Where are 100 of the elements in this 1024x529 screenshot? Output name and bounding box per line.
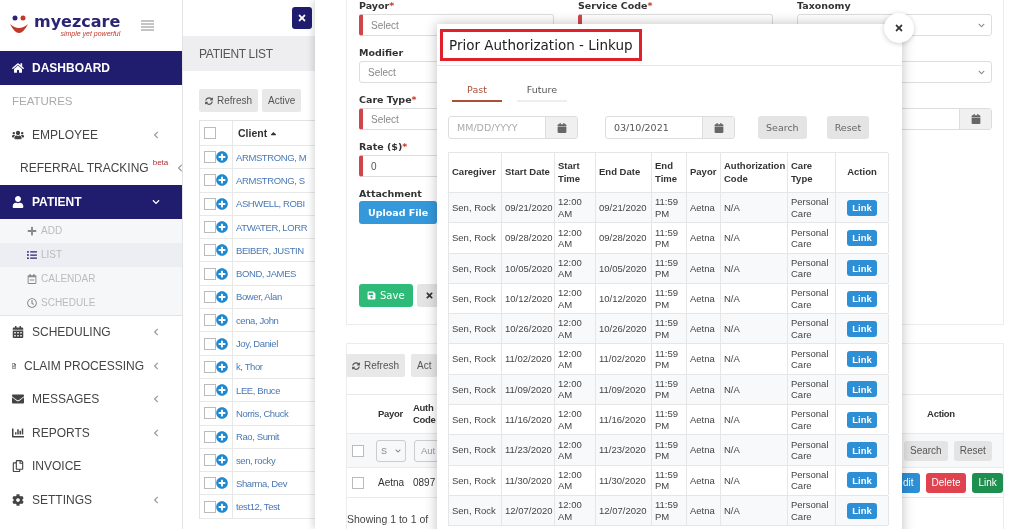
client-link[interactable]: BEIBER, JUSTIN bbox=[233, 244, 304, 256]
checkbox[interactable] bbox=[204, 221, 216, 234]
menu-icon[interactable] bbox=[141, 20, 154, 31]
reset-button[interactable]: Reset bbox=[826, 116, 870, 139]
link-button[interactable]: Link bbox=[847, 229, 877, 246]
client-link[interactable]: ASHWELL, ROBI bbox=[233, 198, 305, 210]
link-button[interactable]: Link bbox=[847, 442, 877, 458]
client-link[interactable]: cena, John bbox=[233, 314, 279, 326]
checkbox[interactable] bbox=[352, 476, 364, 489]
filter-button[interactable]: Act bbox=[411, 354, 438, 377]
nav-item[interactable]: PATIENT bbox=[0, 185, 182, 219]
checkbox[interactable] bbox=[204, 360, 216, 373]
table-cell-text: Personal Care bbox=[791, 226, 830, 250]
date-field[interactable]: 03/10/2021 bbox=[605, 116, 735, 139]
table-cell: Aetna bbox=[690, 292, 715, 305]
refresh-button[interactable]: Refresh bbox=[346, 354, 405, 377]
expand-icon[interactable] bbox=[216, 221, 228, 234]
chevron-left-icon bbox=[152, 495, 160, 504]
expand-icon[interactable] bbox=[216, 197, 228, 210]
column-header: Payor bbox=[690, 166, 717, 179]
expand-icon[interactable] bbox=[216, 360, 228, 373]
checkbox[interactable] bbox=[204, 197, 216, 210]
link-button[interactable]: Link bbox=[847, 290, 877, 307]
link-button[interactable]: Link bbox=[847, 199, 877, 216]
table-cell: Sen, Rock bbox=[452, 201, 496, 214]
expand-icon[interactable] bbox=[216, 407, 228, 420]
delete-button[interactable]: Delete bbox=[925, 472, 967, 493]
client-link[interactable]: BOND, JAMES bbox=[233, 268, 296, 280]
refresh-icon bbox=[352, 361, 360, 370]
expand-icon[interactable] bbox=[216, 314, 228, 327]
table-cell-text: 11:59 PM bbox=[655, 438, 680, 462]
refresh-button[interactable]: Refresh bbox=[199, 89, 258, 112]
client-link[interactable]: ARMSTRONG, M bbox=[233, 151, 307, 163]
checkbox[interactable] bbox=[352, 444, 364, 457]
client-link[interactable]: sen, rocky bbox=[233, 454, 276, 466]
search-button[interactable]: Search bbox=[904, 440, 948, 461]
plus-icon bbox=[27, 225, 37, 236]
expand-icon[interactable] bbox=[216, 174, 228, 187]
checkbox[interactable] bbox=[204, 174, 216, 187]
checkbox[interactable] bbox=[204, 267, 216, 280]
select-field[interactable]: S bbox=[376, 439, 406, 462]
client-link[interactable]: Rao, Sumit bbox=[233, 431, 279, 443]
client-link[interactable]: Norris, Chuck bbox=[233, 407, 289, 419]
table-cell: Aetna bbox=[690, 383, 715, 396]
column-header: Action bbox=[847, 166, 877, 179]
upload-button[interactable]: Upload File bbox=[359, 201, 438, 224]
link-button[interactable]: Link bbox=[847, 320, 877, 337]
client-link[interactable]: Joy, Daniel bbox=[233, 338, 278, 349]
client-link[interactable]: k, Thor bbox=[233, 361, 263, 373]
link-button[interactable]: Link bbox=[847, 351, 877, 368]
calendar-icon bbox=[27, 273, 37, 284]
table-cell-text: 11:59 PM bbox=[655, 196, 680, 220]
checkbox[interactable] bbox=[204, 407, 216, 420]
expand-icon[interactable] bbox=[216, 244, 228, 257]
filter-button[interactable]: Active bbox=[262, 89, 302, 112]
checkbox[interactable] bbox=[204, 314, 216, 327]
link-button[interactable]: Link bbox=[847, 260, 877, 277]
link-button[interactable]: Link bbox=[847, 472, 877, 489]
checkbox[interactable] bbox=[204, 151, 216, 164]
expand-icon[interactable] bbox=[216, 477, 228, 490]
tab[interactable]: Past bbox=[452, 78, 502, 102]
expand-icon[interactable] bbox=[216, 500, 228, 513]
expand-icon[interactable] bbox=[216, 454, 228, 466]
tab[interactable]: Future bbox=[517, 78, 567, 102]
checkbox[interactable] bbox=[204, 477, 216, 490]
checkbox[interactable] bbox=[204, 337, 216, 350]
checkbox[interactable] bbox=[204, 430, 216, 443]
expand-icon[interactable] bbox=[216, 151, 228, 164]
checkbox[interactable] bbox=[204, 384, 216, 397]
link-button[interactable]: Link bbox=[847, 502, 877, 519]
table-cell: 11/30/2020 bbox=[599, 474, 646, 486]
client-link[interactable]: ATWATER, LORR bbox=[233, 221, 308, 233]
link-button[interactable]: Link bbox=[847, 381, 877, 398]
expand-icon[interactable] bbox=[216, 267, 228, 280]
table-cell: 11/09/2020 bbox=[505, 383, 552, 396]
chevron-left-icon bbox=[152, 428, 160, 437]
list-icon bbox=[27, 249, 37, 260]
checkbox[interactable] bbox=[204, 290, 216, 303]
column-header[interactable]: Client bbox=[233, 127, 279, 139]
client-link[interactable]: Bower, Alan bbox=[233, 291, 282, 303]
table-cell-text: 12:00 AM bbox=[558, 378, 583, 401]
link-button[interactable]: Link bbox=[972, 472, 1003, 493]
column-header: Start Date bbox=[505, 166, 550, 179]
client-link[interactable]: ARMSTRONG, S bbox=[233, 174, 305, 186]
search-button[interactable]: Search bbox=[758, 116, 807, 139]
checkbox[interactable] bbox=[204, 244, 216, 257]
reset-button[interactable]: Reset bbox=[953, 440, 992, 461]
client-link[interactable]: Sharma, Dev bbox=[233, 477, 288, 489]
checkbox[interactable] bbox=[204, 127, 216, 139]
expand-icon[interactable] bbox=[216, 430, 228, 443]
checkbox[interactable] bbox=[204, 454, 216, 466]
expand-icon[interactable] bbox=[216, 384, 228, 397]
client-link[interactable]: test12, Test bbox=[233, 501, 280, 513]
client-link[interactable]: LEE, Bruce bbox=[233, 384, 281, 396]
nav-item[interactable]: DASHBOARD bbox=[0, 51, 182, 85]
link-button[interactable]: Link bbox=[847, 411, 877, 428]
checkbox[interactable] bbox=[204, 500, 216, 513]
close-button[interactable] bbox=[292, 7, 312, 29]
expand-icon[interactable] bbox=[216, 290, 228, 303]
expand-icon[interactable] bbox=[216, 337, 228, 350]
